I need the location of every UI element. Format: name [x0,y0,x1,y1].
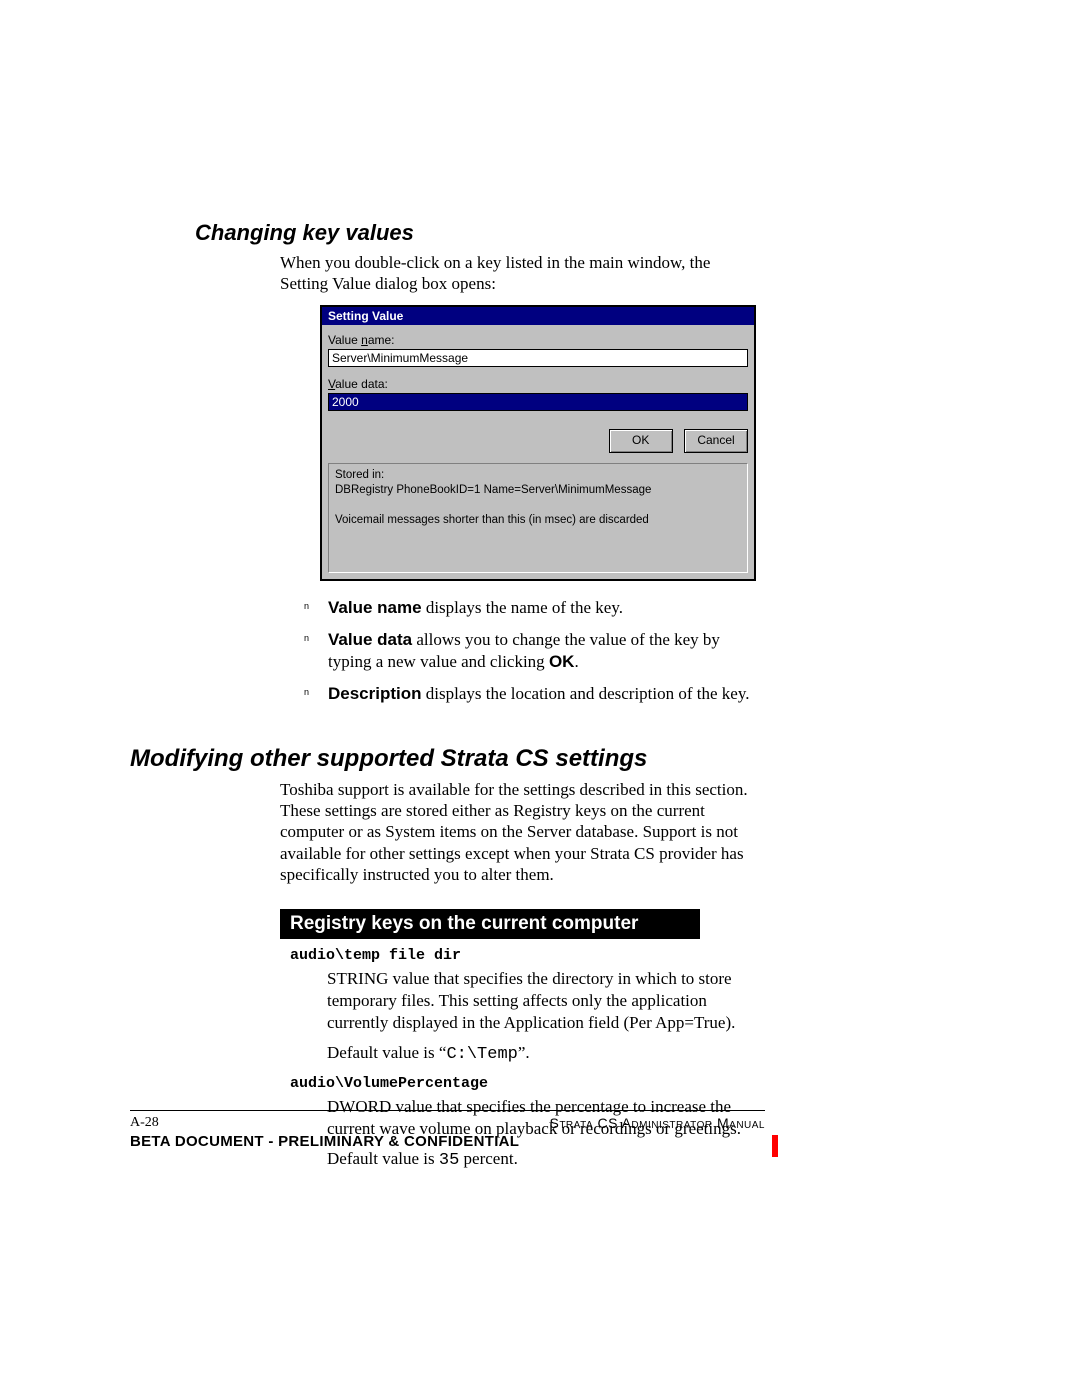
stored-in-value: DBRegistry PhoneBookID=1 Name=Server\Min… [335,483,741,499]
value-name-input[interactable] [328,349,748,367]
bullet-list: Value name displays the name of the key.… [300,597,750,705]
key-audio-temp-default: Default value is “C:\Temp”. [327,1042,757,1066]
ok-button[interactable]: OK [609,429,673,453]
intro-para: When you double-click on a key listed in… [280,252,750,295]
confidential-notice: BETA DOCUMENT - PRELIMINARY & CONFIDENTI… [130,1133,765,1150]
key-audio-temp: audio\temp file dir [290,947,890,964]
section2-para: Toshiba support is available for the set… [280,779,760,885]
setting-value-dialog: Setting Value Value name: Value data: OK… [320,305,756,581]
dialog-description-box: Stored in: DBRegistry PhoneBookID=1 Name… [328,463,748,573]
bullet-value-data: Value data allows you to change the valu… [300,629,750,673]
value-data-input[interactable] [328,393,748,411]
dialog-description: Voicemail messages shorter than this (in… [335,513,741,529]
heading-modifying-settings: Modifying other supported Strata CS sett… [130,745,890,773]
registry-keys-bar: Registry keys on the current computer [280,909,700,939]
heading-changing-key-values: Changing key values [195,220,890,246]
dialog-title: Setting Value [322,307,754,325]
key-audio-temp-desc: STRING value that specifies the director… [327,968,757,1034]
cancel-button[interactable]: Cancel [684,429,748,453]
value-name-label: Value name: [328,333,748,347]
key-audio-volume: audio\VolumePercentage [290,1075,890,1092]
stored-in-label: Stored in: [335,468,741,484]
key-audio-volume-default: Default value is 35 percent. [327,1148,757,1172]
page-footer: A-28 Strata CS Administrator Manual BETA… [130,1110,765,1150]
revision-mark-icon [772,1135,778,1157]
page-number: A-28 [130,1115,159,1131]
bullet-value-name: Value name displays the name of the key. [300,597,750,619]
manual-title: Strata CS Administrator Manual [549,1115,765,1131]
value-data-label: Value data: [328,377,748,391]
bullet-description: Description displays the location and de… [300,683,750,705]
